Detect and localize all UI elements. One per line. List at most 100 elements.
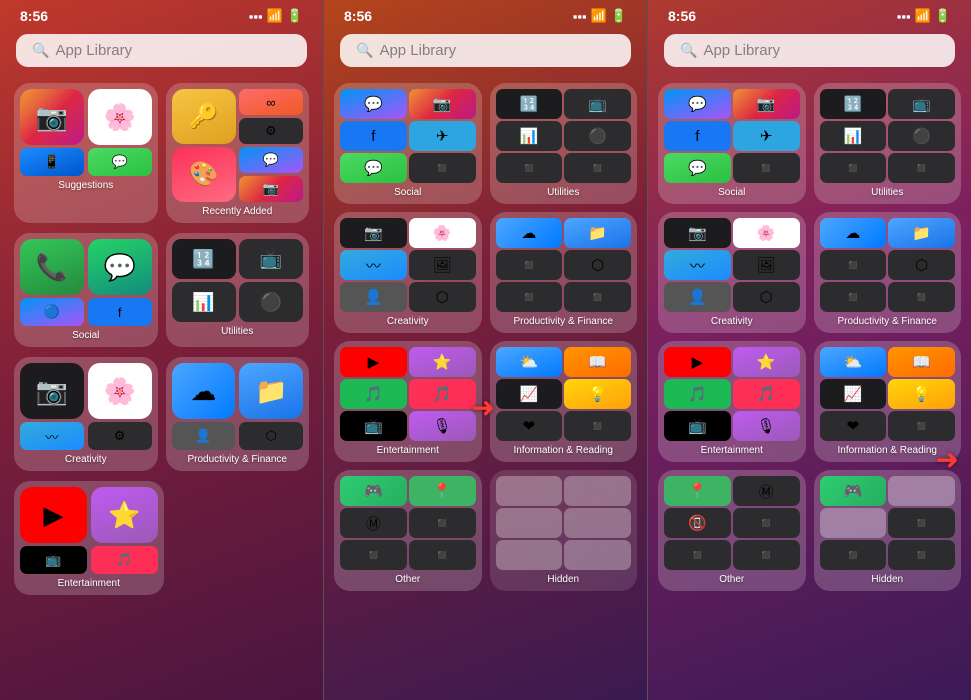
inforeading-grid-p3: ⛅ 📖 📈 💡 ❤ ◾ bbox=[820, 347, 956, 441]
recently-added-folder[interactable]: 🔑 ∞ ⚙ 🎨 💬 📷 Recently Added bbox=[166, 83, 310, 223]
creativity-label-p1: Creativity bbox=[65, 454, 107, 465]
photos-p3: 🌸 bbox=[733, 218, 800, 248]
row-2-p3: 📷 🌸 〰 🖼 👤 ⬡ Creativity ☁ 📁 ◾ ⬡ ◾ ◾ Produ… bbox=[648, 208, 971, 337]
suggestions-top-row: 📷 🌸 bbox=[20, 89, 152, 145]
creativity-folder-p1[interactable]: 📷 🌸 〰 ⚙ Creativity bbox=[14, 357, 158, 471]
more1-p3: ◾ bbox=[820, 250, 887, 280]
entertainment-label-p2: Entertainment bbox=[377, 445, 439, 456]
signal-icon-3: ▪▪▪ bbox=[897, 9, 911, 24]
logo4-p3: ◾ bbox=[733, 540, 800, 570]
facebook-p3: f bbox=[664, 121, 731, 151]
hidden-folder-p3[interactable]: 🎮 ◾ ◾ ◾ Hidden bbox=[814, 470, 962, 591]
creative-icon: 🎨 bbox=[172, 147, 236, 202]
hidden4-p3: ◾ bbox=[820, 540, 887, 570]
panel-1: 8:56 ▪▪▪ 📶 🔋 🔍 App Library 📷 🌸 📱 💬 Sugge… bbox=[0, 0, 323, 700]
recent-instagram: 📷 bbox=[239, 176, 303, 202]
productivity-folder-p3[interactable]: ☁ 📁 ◾ ⬡ ◾ ◾ Productivity & Finance bbox=[814, 212, 962, 333]
screencap-p3: 🖼 bbox=[733, 250, 800, 280]
youtube-icon: ▶ bbox=[20, 487, 87, 543]
hidden-folder-p2[interactable]: Hidden bbox=[490, 470, 638, 591]
social-label-p1: Social bbox=[72, 330, 99, 341]
creativity-grid-p3: 📷 🌸 〰 🖼 👤 ⬡ bbox=[664, 218, 800, 312]
utilities-folder-p2[interactable]: 🔢 📺 📊 ⚫ ◾ ◾ Utilities bbox=[490, 83, 638, 204]
row-4-p2: 🎮 📍 Ⓜ ◾ ◾ ◾ Other Hidden bbox=[324, 466, 647, 595]
hidden1-p3 bbox=[888, 476, 955, 506]
social-folder-p3[interactable]: 💬 📷 f ✈ 💬 ◾ Social bbox=[658, 83, 806, 204]
entertainment-folder-p1[interactable]: ▶ ⭐ 📺 🎵 Entertainment bbox=[14, 481, 164, 595]
productivity-folder-p2[interactable]: ☁ 📁 ◾ ⬡ ◾ ◾ Productivity & Finance bbox=[490, 212, 638, 333]
extra2-p3: ◾ bbox=[888, 153, 955, 183]
creativity-folder-p2[interactable]: 📷 🌸 〰 🖼 👤 ⬡ Creativity bbox=[334, 212, 482, 333]
creativity-label-p2: Creativity bbox=[387, 316, 429, 327]
camera-icon: 📷 bbox=[20, 363, 84, 419]
spotify-p2: 🎵 bbox=[340, 379, 407, 409]
instagram-p3: 📷 bbox=[733, 89, 800, 119]
entertainment-folder-p3[interactable]: ▶ ⭐ 🎵 🎵 📺 🎙 Entertainment bbox=[658, 341, 806, 462]
utilities-folder-p1[interactable]: 🔢 📺 📊 ⚫ Utilities bbox=[166, 233, 310, 347]
battery-icon-2: 🔋 bbox=[611, 8, 627, 24]
more3-p2: ◾ bbox=[496, 282, 563, 312]
other-label-p2: Other bbox=[395, 574, 420, 585]
time-3: 8:56 bbox=[668, 8, 696, 24]
contacts-p2: 👤 bbox=[340, 282, 407, 312]
productivity-grid-p2: ☁ 📁 ◾ ⬡ ◾ ◾ bbox=[496, 218, 632, 312]
facebook-p2: f bbox=[340, 121, 407, 151]
entertainment-folder-p2[interactable]: ▶ ⭐ 🎵 🎵 📺 🎙 Entertainment bbox=[334, 341, 482, 462]
utilities-folder-p3[interactable]: 🔢 📺 📊 ⚫ ◾ ◾ Utilities bbox=[814, 83, 962, 204]
other-folder-p2[interactable]: 🎮 📍 Ⓜ ◾ ◾ ◾ Other bbox=[334, 470, 482, 591]
suggestions-folder[interactable]: 📷 🌸 📱 💬 Suggestions bbox=[14, 83, 158, 223]
status-icons-1: ▪▪▪ 📶 🔋 bbox=[249, 8, 303, 24]
entertainment-top: ▶ ⭐ bbox=[20, 487, 158, 543]
screencap-p2: 🖼 bbox=[409, 250, 476, 280]
row-1-p2: 💬 📷 f ✈ 💬 ◾ Social 🔢 📺 📊 ⚫ ◾ ◾ Utilities bbox=[324, 79, 647, 208]
mirror-p2: 📺 bbox=[564, 89, 631, 119]
social-folder-p2[interactable]: 💬 📷 f ✈ 💬 ◾ Social bbox=[334, 83, 482, 204]
calc-p2: 🔢 bbox=[496, 89, 563, 119]
wifi-icon-1: 📶 bbox=[267, 8, 283, 24]
creativity-bottom: 〰 ⚙ bbox=[20, 422, 152, 450]
entertainment-bottom: 📺 🎵 bbox=[20, 546, 158, 574]
row-2-p2: 📷 🌸 〰 🖼 👤 ⬡ Creativity ☁ 📁 ◾ ⬡ ◾ ◾ Produ… bbox=[324, 208, 647, 337]
logo1-p3: Ⓜ bbox=[733, 476, 800, 506]
extra-p2: ◾ bbox=[496, 153, 563, 183]
drive-p3: ☁ bbox=[820, 218, 887, 248]
drive-icon: ☁ bbox=[172, 363, 236, 419]
drive-p2: ☁ bbox=[496, 218, 563, 248]
productivity-folder-p1[interactable]: ☁ 📁 👤 ⬡ Productivity & Finance bbox=[166, 357, 310, 471]
other-folder-p3[interactable]: 📍 Ⓜ 📵 ◾ ◾ ◾ Other bbox=[658, 470, 806, 591]
productivity-label-p3: Productivity & Finance bbox=[838, 316, 938, 327]
wifi-icon-2: 📶 bbox=[591, 8, 607, 24]
rewind-icon: ⭐ bbox=[91, 487, 158, 543]
game-p2: 🎮 bbox=[340, 476, 407, 506]
rem-p3: ◾ bbox=[888, 411, 955, 441]
chatgpt-icon: ⬡ bbox=[239, 422, 303, 450]
more2-p3: ⬡ bbox=[888, 250, 955, 280]
music-p3: 🎵 bbox=[733, 379, 800, 409]
search-bar-1[interactable]: 🔍 App Library bbox=[16, 34, 307, 67]
black-p2: ⚫ bbox=[564, 121, 631, 151]
freeform-icon: 〰 bbox=[20, 422, 84, 450]
search-icon-2: 🔍 bbox=[356, 42, 373, 59]
social-bottom: 🔵 f bbox=[20, 298, 152, 326]
creativity-label-p3: Creativity bbox=[711, 316, 753, 327]
social-label-p3: Social bbox=[718, 187, 745, 198]
productivity-top: ☁ 📁 bbox=[172, 363, 304, 419]
search-bar-2[interactable]: 🔍 App Library bbox=[340, 34, 631, 67]
files-p3: 📁 bbox=[888, 218, 955, 248]
music-icon: 🎵 bbox=[91, 546, 158, 574]
status-icons-2: ▪▪▪ 📶 🔋 bbox=[573, 8, 627, 24]
chatgpt-p3: ⬡ bbox=[733, 282, 800, 312]
more1-p2: ◾ bbox=[496, 250, 563, 280]
inforeading-folder-p2[interactable]: ➜ ⛅ 📖 📈 💡 ❤ ◾ Information & Reading bbox=[490, 341, 638, 462]
creativity-folder-p3[interactable]: 📷 🌸 〰 🖼 👤 ⬡ Creativity bbox=[658, 212, 806, 333]
hidden-grid-p3: 🎮 ◾ ◾ ◾ bbox=[820, 476, 956, 570]
social-folder-p1[interactable]: 📞 💬 🔵 f Social bbox=[14, 233, 158, 347]
cam-extra-icon: ⚫ bbox=[239, 282, 303, 322]
utilities-label-p1: Utilities bbox=[221, 326, 253, 337]
podcasts-p3: 🎙 bbox=[733, 411, 800, 441]
camera-p3: 📷 bbox=[664, 218, 731, 248]
status-icons-3: ▪▪▪ 📶 🔋 bbox=[897, 8, 951, 24]
search-bar-3[interactable]: 🔍 App Library bbox=[664, 34, 955, 67]
hidden2-p2 bbox=[564, 476, 631, 506]
youtube-p2: ▶ bbox=[340, 347, 407, 377]
